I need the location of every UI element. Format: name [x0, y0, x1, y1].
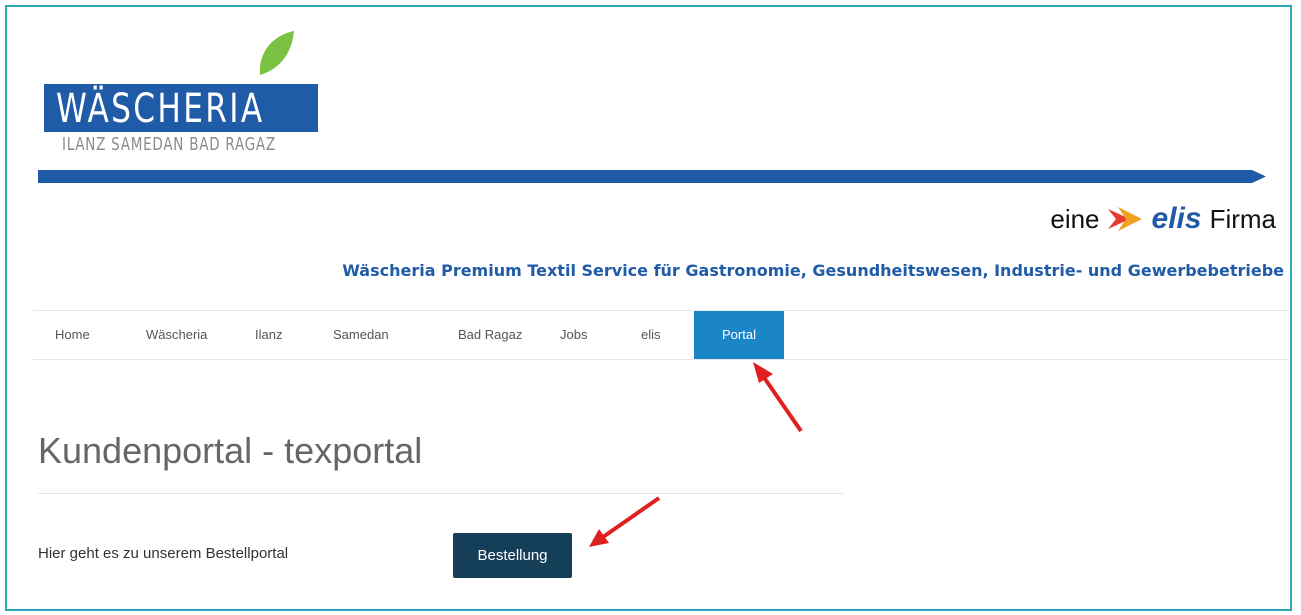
- tagline: Wäscheria Premium Textil Service für Gas…: [342, 261, 1284, 280]
- logo-wordmark: WÄSCHERIA: [56, 86, 265, 132]
- nav-item-portal[interactable]: Portal: [694, 311, 784, 359]
- elis-swoosh-icon: [1107, 207, 1142, 231]
- elis-branding: eine elis Firma: [1050, 199, 1276, 239]
- leaf-icon: [259, 31, 294, 75]
- logo-locations: ILANZ SAMEDAN BAD RAGAZ: [62, 134, 276, 155]
- nav-item-elis[interactable]: elis: [641, 311, 661, 359]
- nav-item-bad-ragaz[interactable]: Bad Ragaz: [458, 311, 522, 359]
- elis-prefix: eine: [1050, 203, 1100, 234]
- main-nav: Home Wäscheria Ilanz Samedan Bad Ragaz J…: [33, 310, 1288, 360]
- bestellung-button[interactable]: Bestellung: [453, 533, 572, 578]
- nav-item-waescheria[interactable]: Wäscheria: [146, 311, 207, 359]
- annotation-arrow-icon: [589, 496, 661, 547]
- nav-item-samedan[interactable]: Samedan: [333, 311, 389, 359]
- intro-text: Hier geht es zu unserem Bestellportal: [38, 545, 289, 562]
- page-frame: WÄSCHERIA ILANZ SAMEDAN BAD RAGAZ eine e…: [5, 5, 1292, 611]
- elis-brand: elis: [1151, 202, 1202, 235]
- nav-item-jobs[interactable]: Jobs: [560, 311, 587, 359]
- annotation-arrow-icon: [753, 362, 803, 433]
- elis-suffix: Firma: [1209, 203, 1276, 234]
- title-divider: [38, 493, 843, 494]
- waescheria-logo[interactable]: WÄSCHERIA ILANZ SAMEDAN BAD RAGAZ: [38, 29, 328, 161]
- nav-item-ilanz[interactable]: Ilanz: [255, 311, 282, 359]
- nav-item-home[interactable]: Home: [55, 311, 90, 359]
- header-rule: [38, 170, 1266, 183]
- page-title: Kundenportal - texportal: [38, 430, 423, 471]
